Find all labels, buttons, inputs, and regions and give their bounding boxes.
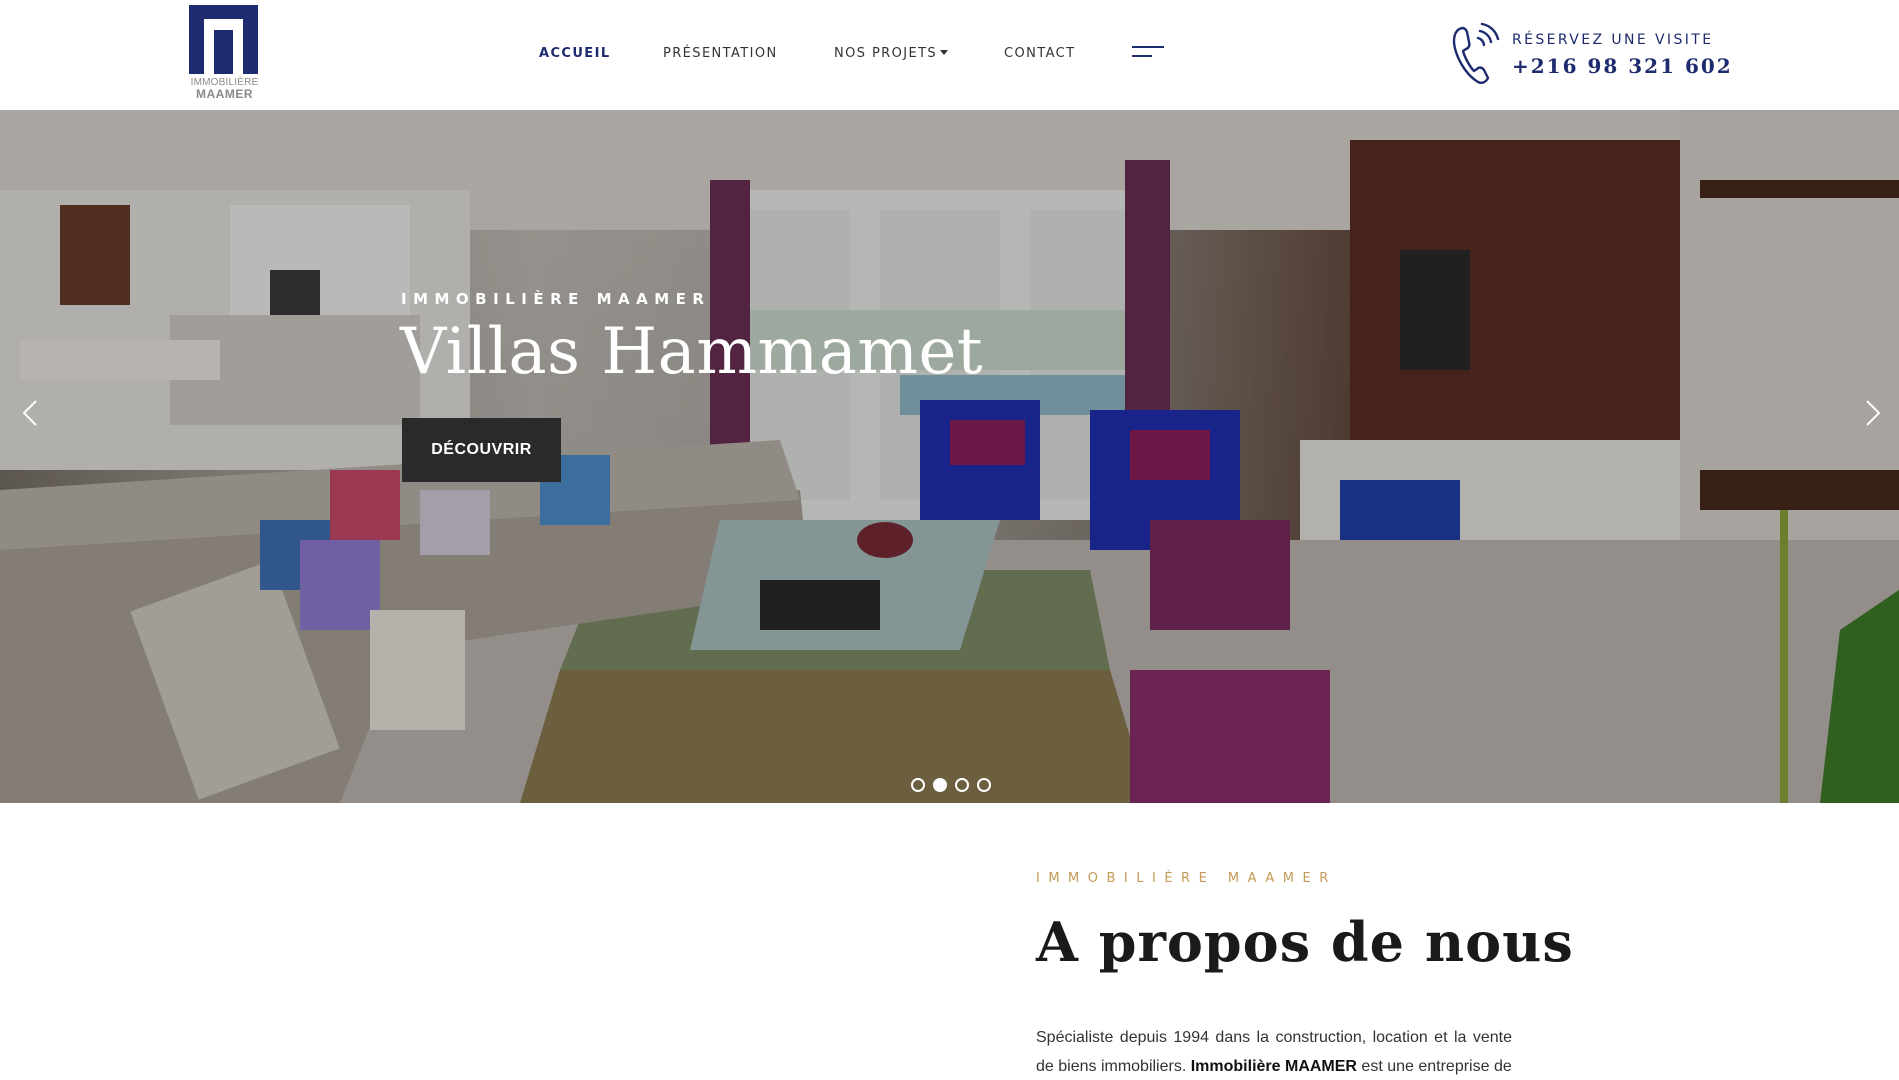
nav-item-presentation[interactable]: PRÉSENTATION (663, 46, 778, 61)
logo-text-line2: MAAMER (196, 87, 253, 101)
hero-title: Villas Hammamet (400, 315, 984, 389)
logo[interactable]: IMMOBILIÈRE MAAMER (189, 5, 260, 105)
nav-item-accueil[interactable]: ACCUEIL (539, 46, 611, 61)
about-text-part2: est une entreprise de (1356, 1058, 1512, 1075)
hero-slider: IMMOBILIÈRE MAAMER Villas Hammamet DÉCOU… (0, 110, 1899, 803)
slider-dot-3[interactable] (955, 778, 969, 792)
hero-subtitle: IMMOBILIÈRE MAAMER (401, 290, 711, 308)
slider-dot-4[interactable] (977, 778, 991, 792)
about-title: A propos de nous (1036, 910, 1574, 974)
cta-phone-link[interactable]: +216 98 321 602 (1512, 54, 1733, 78)
about-text: Spécialiste depuis 1994 dans la construc… (1036, 1023, 1512, 1080)
slider-pagination (911, 778, 991, 794)
hero-overlay (0, 110, 1899, 803)
nav-item-nos-projets[interactable]: NOS PROJETS (834, 46, 949, 61)
chevron-left-icon[interactable] (16, 393, 46, 433)
logo-mark-icon (189, 5, 258, 74)
nav-item-nos-projets-label: NOS PROJETS (834, 46, 938, 61)
hamburger-icon[interactable] (1132, 46, 1164, 58)
nav-item-contact[interactable]: CONTACT (1004, 46, 1075, 61)
discover-button[interactable]: DÉCOUVRIR (402, 418, 561, 482)
slider-dot-2[interactable] (933, 778, 947, 792)
site-header: IMMOBILIÈRE MAAMER ACCUEIL PRÉSENTATION … (0, 0, 1899, 110)
caret-down-icon (940, 50, 949, 55)
slider-dot-1[interactable] (911, 778, 925, 792)
phone-icon[interactable] (1448, 18, 1500, 90)
chevron-right-icon[interactable] (1857, 393, 1887, 433)
about-text-brand: Immobilière MAAMER (1190, 1058, 1357, 1075)
cta-label: RÉSERVEZ UNE VISITE (1512, 32, 1714, 48)
about-eyebrow: IMMOBILIÈRE MAAMER (1036, 871, 1337, 886)
